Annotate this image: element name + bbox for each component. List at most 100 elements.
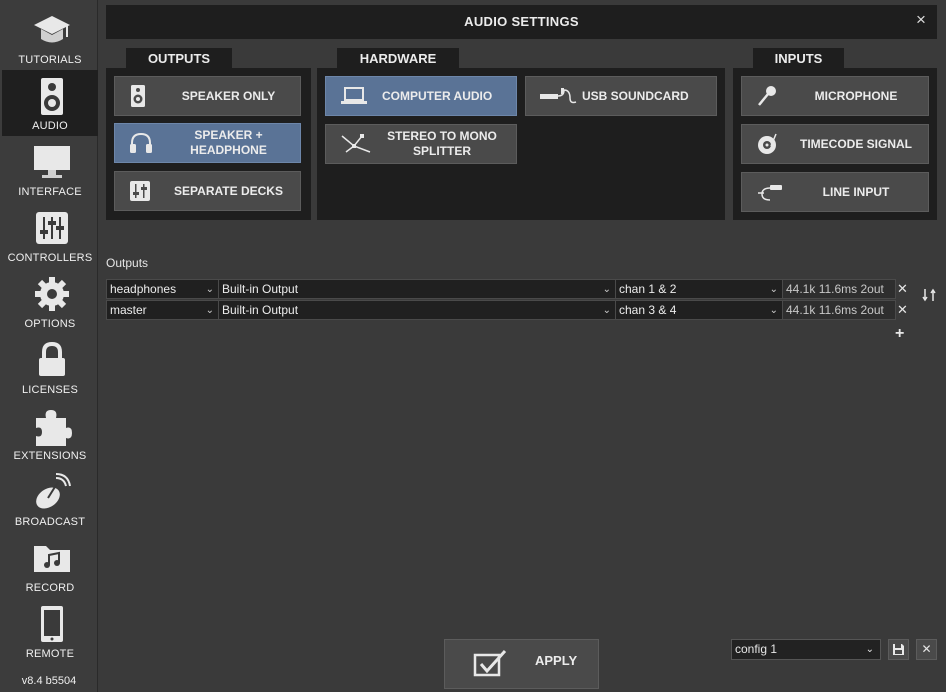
sidebar-item-licenses[interactable]: LICENSES (2, 334, 98, 400)
speaker-icon (41, 78, 63, 115)
sidebar-item-extensions[interactable]: EXTENSIONS (2, 400, 98, 466)
tablet-icon (41, 606, 63, 642)
output-device-select[interactable]: Built-in Output ⌄ (218, 279, 616, 299)
usb-cable-icon (540, 88, 577, 104)
chevron-down-icon: ⌄ (602, 284, 611, 295)
swap-arrows-icon[interactable] (922, 287, 938, 303)
sidebar-item-label: BROADCAST (14, 516, 86, 528)
table-row: master ⌄ Built-in Output ⌄ chan 3 & 4 ⌄ … (106, 300, 896, 320)
tab-hardware: HARDWARE (337, 48, 459, 70)
add-output-button[interactable]: + (895, 325, 904, 343)
chevron-down-icon: ⌄ (769, 305, 778, 316)
turntable-icon (758, 133, 777, 154)
output-name-value: master (110, 303, 147, 317)
speaker-headphone-button[interactable]: SPEAKER + HEADPHONE (114, 123, 301, 163)
output-name-value: headphones (110, 282, 177, 296)
lock-icon (39, 341, 65, 376)
window-title: AUDIO SETTINGS (464, 14, 579, 29)
headphones-icon (130, 132, 152, 153)
computer-audio-button[interactable]: COMPUTER AUDIO (325, 76, 517, 116)
output-device-value: Built-in Output (222, 303, 299, 317)
sidebar-item-controllers[interactable]: CONTROLLERS (2, 202, 98, 268)
save-config-button[interactable] (888, 639, 909, 660)
microphone-button[interactable]: MICROPHONE (741, 76, 929, 116)
hardware-panel: COMPUTER AUDIO USB SOUNDCARD STEREO TO M… (317, 68, 725, 220)
separate-decks-button[interactable]: SEPARATE DECKS (114, 171, 301, 211)
output-channel-value: chan 1 & 2 (619, 282, 677, 296)
output-name-select[interactable]: master ⌄ (106, 300, 219, 320)
sidebar-item-label: CONTROLLERS (7, 252, 93, 264)
outputs-section-label: Outputs (106, 256, 149, 270)
button-label: STEREO TO MONO SPLITTER (387, 129, 497, 158)
sidebar-item-broadcast[interactable]: BROADCAST (2, 466, 98, 532)
button-label: SEPARATE DECKS (174, 183, 283, 198)
delete-config-button[interactable]: ✕ (916, 639, 937, 660)
chevron-down-icon: ⌄ (865, 644, 874, 655)
output-device-value: Built-in Output (222, 282, 299, 296)
sidebar-item-remote[interactable]: REMOTE (2, 598, 98, 664)
splitter-cable-icon (341, 134, 371, 153)
button-label: SPEAKER + HEADPHONE (190, 128, 267, 157)
sidebar-item-options[interactable]: OPTIONS (2, 268, 98, 334)
apply-label: APPLY (535, 653, 578, 668)
outputs-panel: SPEAKER ONLY SPEAKER + HEADPHONE SEPARAT… (106, 68, 311, 220)
microphone-icon (758, 86, 776, 106)
table-row: headphones ⌄ Built-in Output ⌄ chan 1 & … (106, 279, 896, 299)
stereo-mono-splitter-button[interactable]: STEREO TO MONO SPLITTER (325, 124, 517, 164)
output-info: 44.1k 11.6ms 2out (782, 279, 896, 299)
line-input-button[interactable]: LINE INPUT (741, 172, 929, 212)
sidebar-item-tutorials[interactable]: TUTORIALS (2, 4, 98, 70)
title-bar: AUDIO SETTINGS × (106, 5, 937, 39)
sidebar-item-label: RECORD (25, 582, 75, 594)
sidebar-item-label: OPTIONS (24, 318, 76, 330)
close-button[interactable]: × (913, 11, 929, 28)
monitor-icon (34, 146, 70, 178)
speaker-only-button[interactable]: SPEAKER ONLY (114, 76, 301, 116)
button-label: USB SOUNDCARD (582, 88, 689, 103)
output-channel-select[interactable]: chan 3 & 4 ⌄ (615, 300, 783, 320)
button-label: LINE INPUT (822, 184, 890, 199)
sidebar-item-label: LICENSES (21, 384, 78, 396)
puzzle-icon (36, 410, 72, 446)
remove-output-button[interactable]: ✕ (897, 303, 908, 317)
sidebar-item-record[interactable]: RECORD (2, 532, 98, 598)
config-select[interactable]: config 1 ⌄ (731, 639, 881, 660)
decks-icon (130, 181, 150, 201)
graduation-cap-icon (34, 16, 70, 43)
timecode-signal-button[interactable]: TIMECODE SIGNAL (741, 124, 929, 164)
sidebar-item-label: TUTORIALS (18, 54, 82, 66)
rca-cable-icon (758, 185, 782, 201)
sidebar-item-label: INTERFACE (18, 186, 82, 198)
apply-button[interactable]: APPLY (444, 639, 599, 689)
output-name-select[interactable]: headphones ⌄ (106, 279, 219, 299)
satellite-dish-icon (36, 473, 71, 509)
chevron-down-icon: ⌄ (602, 305, 611, 316)
output-channel-select[interactable]: chan 1 & 2 ⌄ (615, 279, 783, 299)
laptop-icon (341, 87, 367, 104)
chevron-down-icon: ⌄ (769, 284, 778, 295)
speaker-icon (131, 85, 145, 107)
output-channel-value: chan 3 & 4 (619, 303, 677, 317)
sidebar: TUTORIALS AUDIO INTERFACE CONTROLLERS OP… (0, 0, 98, 692)
chevron-down-icon: ⌄ (205, 284, 214, 295)
button-label: COMPUTER AUDIO (382, 88, 493, 103)
tab-outputs: OUTPUTS (126, 48, 232, 70)
sidebar-item-label: AUDIO (32, 120, 68, 132)
output-device-select[interactable]: Built-in Output ⌄ (218, 300, 616, 320)
config-value: config 1 (735, 642, 778, 656)
chevron-down-icon: ⌄ (205, 305, 214, 316)
music-folder-icon (34, 546, 70, 572)
output-info: 44.1k 11.6ms 2out (782, 300, 896, 320)
button-label: MICROPHONE (814, 88, 898, 103)
sidebar-item-label: REMOTE (25, 648, 75, 660)
sidebar-item-label: EXTENSIONS (13, 450, 87, 462)
inputs-panel: MICROPHONE TIMECODE SIGNAL LINE INPUT (733, 68, 937, 220)
sidebar-item-interface[interactable]: INTERFACE (2, 136, 98, 202)
sidebar-item-audio[interactable]: AUDIO (2, 70, 98, 136)
remove-output-button[interactable]: ✕ (897, 282, 908, 296)
button-label: SPEAKER ONLY (181, 88, 276, 103)
checkbox-check-icon (473, 649, 507, 677)
usb-soundcard-button[interactable]: USB SOUNDCARD (525, 76, 717, 116)
button-label: TIMECODE SIGNAL (799, 136, 912, 151)
version-label: v8.4 b5504 (21, 675, 77, 687)
